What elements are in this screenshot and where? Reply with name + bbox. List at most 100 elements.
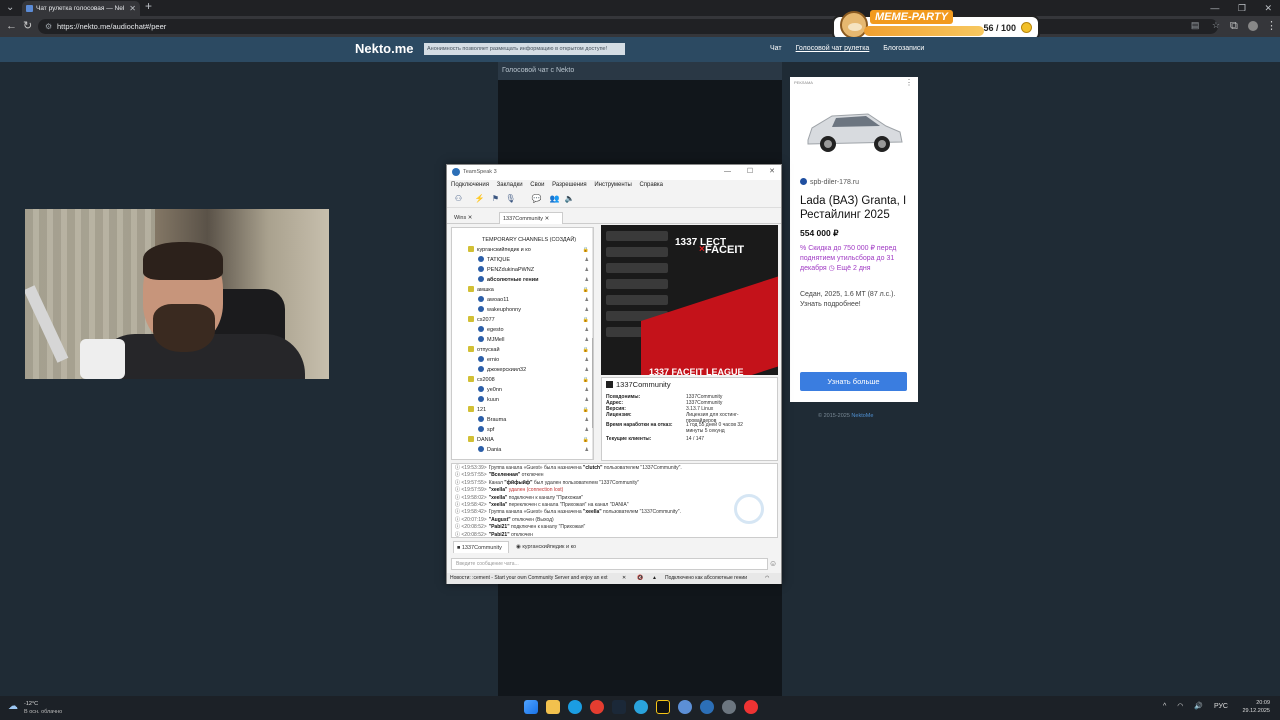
- ts-tab-close-icon[interactable]: ✕: [545, 216, 550, 222]
- user-row[interactable]: PENZdukinaPWNZ: [478, 265, 534, 275]
- mute-mic-icon[interactable]: 🎙: [505, 194, 516, 204]
- ts-minimize-icon[interactable]: —: [724, 168, 731, 175]
- tray-lang[interactable]: РУС: [1214, 703, 1228, 710]
- log-post: подключен к каналу "Прихожая": [509, 524, 586, 531]
- ts-channel-tree[interactable]: TEMPORARY CHANNELS (СОЗДАЙ) курганскийпе…: [451, 227, 594, 460]
- close-window-icon[interactable]: ✕: [1264, 3, 1272, 13]
- contacts-icon[interactable]: 👥: [549, 194, 560, 204]
- channel-row[interactable]: амшка: [468, 285, 494, 295]
- ts-menu-connections[interactable]: Подключения: [451, 182, 489, 188]
- ts-news-close-icon[interactable]: ✕: [622, 573, 626, 584]
- channel-row[interactable]: 121: [468, 405, 486, 415]
- taskbar-clock[interactable]: 20:09 29.12.2025: [1242, 699, 1270, 715]
- address-bar[interactable]: ⚙ https://nekto.me/audiochat#/peer: [38, 19, 1218, 34]
- away-icon[interactable]: ⚑: [490, 194, 501, 204]
- ts-status-text: Подключено как абсолютные гении: [665, 575, 747, 581]
- site-info-icon[interactable]: ⚙: [45, 21, 52, 32]
- ts-close-icon[interactable]: ✕: [769, 168, 775, 175]
- site-logo[interactable]: Nekto.me: [355, 40, 414, 58]
- channel-row[interactable]: cs2077: [468, 315, 495, 325]
- minimize-icon[interactable]: —: [1210, 3, 1219, 13]
- emoji-icon[interactable]: ☺: [769, 559, 777, 569]
- channel-row[interactable]: отпускай: [468, 345, 500, 355]
- user-row[interactable]: kuun: [478, 395, 499, 405]
- profile-avatar[interactable]: [1248, 21, 1258, 31]
- ts-menu-permissions[interactable]: Разрешения: [552, 182, 587, 188]
- user-row[interactable]: ye0nn: [478, 385, 502, 395]
- ts-tab-1337community[interactable]: 1337Community ✕: [499, 212, 563, 224]
- ts-menu-tools[interactable]: Инструменты: [594, 182, 631, 188]
- tray-chevron-icon[interactable]: ^: [1163, 703, 1166, 710]
- maximize-icon[interactable]: ❐: [1238, 3, 1246, 13]
- tab-list-icon[interactable]: ⌄: [6, 2, 14, 14]
- recorder-icon[interactable]: [744, 700, 758, 714]
- telegram-icon[interactable]: [634, 700, 648, 714]
- ts-maximize-icon[interactable]: ☐: [747, 168, 753, 175]
- user-row[interactable]: абсолютные гении: [478, 275, 538, 285]
- ts-menu-help[interactable]: Справка: [639, 182, 663, 188]
- teamspeak-icon[interactable]: [700, 700, 714, 714]
- server-tab-icon: ■: [457, 545, 461, 551]
- steam-icon[interactable]: [612, 700, 626, 714]
- browser-app-icon[interactable]: [678, 700, 692, 714]
- new-tab-button[interactable]: +: [145, 0, 152, 12]
- tray-wifi-icon[interactable]: ◠: [1177, 703, 1183, 710]
- browser-tab-active[interactable]: Чат рулетка голосовая — Nekto ✕: [22, 1, 140, 16]
- user-row[interactable]: Dania: [478, 445, 501, 455]
- ts-titlebar[interactable]: TeamSpeak 3 — ☐ ✕: [447, 165, 781, 180]
- channel-row[interactable]: cs2008: [468, 375, 495, 385]
- user-row[interactable]: ernio: [478, 355, 499, 365]
- yandex-icon[interactable]: [590, 700, 604, 714]
- ts-menu-bookmarks[interactable]: Закладки: [497, 182, 523, 188]
- ad-source[interactable]: spb-diler-178.ru: [800, 178, 859, 187]
- edge-icon[interactable]: [568, 700, 582, 714]
- tray-volume-icon[interactable]: 🔊: [1194, 703, 1203, 710]
- user-row[interactable]: TATIQUE: [478, 255, 510, 265]
- disconnect-icon[interactable]: ⚡: [474, 194, 485, 204]
- back-icon[interactable]: ←: [6, 20, 17, 32]
- file-explorer-icon[interactable]: [546, 700, 560, 714]
- mute-speaker-icon[interactable]: 🔈: [564, 194, 575, 204]
- reading-mode-icon[interactable]: ▤: [1191, 20, 1200, 30]
- footer-link[interactable]: NektoMe: [851, 413, 873, 419]
- channel-row[interactable]: курганскийпедик и ко: [468, 245, 531, 255]
- doge-icon: [840, 11, 868, 39]
- ad-menu-icon[interactable]: ⋮: [905, 79, 913, 87]
- ts-tab-wins[interactable]: Wins ✕: [451, 212, 491, 224]
- site-notice: Анонимность позволяет размещать информац…: [424, 43, 625, 55]
- tab-close-icon[interactable]: ✕: [129, 3, 136, 14]
- ad-cta-button[interactable]: Узнать больше: [800, 372, 907, 391]
- settings-icon[interactable]: [722, 700, 736, 714]
- user-row[interactable]: egesto: [478, 325, 504, 335]
- log-time: <19:58:42>: [461, 509, 487, 516]
- chat-tab-channel[interactable]: ◉ курганскийпедик и ко: [513, 541, 593, 553]
- obs-icon[interactable]: [656, 700, 670, 714]
- ts-menu-self[interactable]: Свои: [530, 182, 544, 188]
- user-row[interactable]: Brauma: [478, 415, 506, 425]
- chat-tab-server[interactable]: ■ 1337Community: [453, 541, 509, 553]
- user-row[interactable]: джокерскиил32: [478, 365, 526, 375]
- user-badge-icon: ♟: [584, 267, 589, 273]
- chat-icon[interactable]: 💬: [531, 194, 542, 204]
- ts-chat-input[interactable]: Введите сообщение чата...: [451, 558, 768, 570]
- start-icon[interactable]: [524, 700, 538, 714]
- user-row[interactable]: wakeuphonny: [478, 305, 521, 315]
- nav-blog[interactable]: Блогозаписи: [883, 45, 924, 52]
- user-row[interactable]: awoao11: [478, 295, 509, 305]
- user-row[interactable]: MJMell: [478, 335, 504, 345]
- connect-icon[interactable]: ⚇: [453, 194, 464, 204]
- extensions-icon[interactable]: ⧉: [1230, 20, 1238, 32]
- ad-headline[interactable]: Lada (ВАЗ) Granta, I Рестайлинг 2025: [800, 194, 912, 222]
- channel-row[interactable]: DANIA: [468, 435, 494, 445]
- user-row[interactable]: spf: [478, 425, 494, 435]
- ts-tab-close-icon[interactable]: ✕: [468, 215, 473, 221]
- nav-voice-roulette[interactable]: Голосовой чат рулетка: [796, 45, 870, 52]
- ts-tree-scrollbar[interactable]: [592, 228, 593, 459]
- reload-icon[interactable]: ↻: [23, 20, 32, 32]
- ts-unmute-icon[interactable]: 🔇: [637, 573, 643, 584]
- bookmark-star-icon[interactable]: ☆: [1212, 20, 1220, 30]
- nav-chat[interactable]: Чат: [770, 45, 782, 52]
- menu-dots-icon[interactable]: ⋮: [1266, 20, 1277, 32]
- advertisement[interactable]: РЕКЛАМА ⋮ spb-diler-178.ru Lada (ВАЗ) Gr…: [790, 77, 918, 402]
- ts-chat-log[interactable]: ⓘ <19:53:39> Группа канала «Guest» была н…: [451, 463, 778, 538]
